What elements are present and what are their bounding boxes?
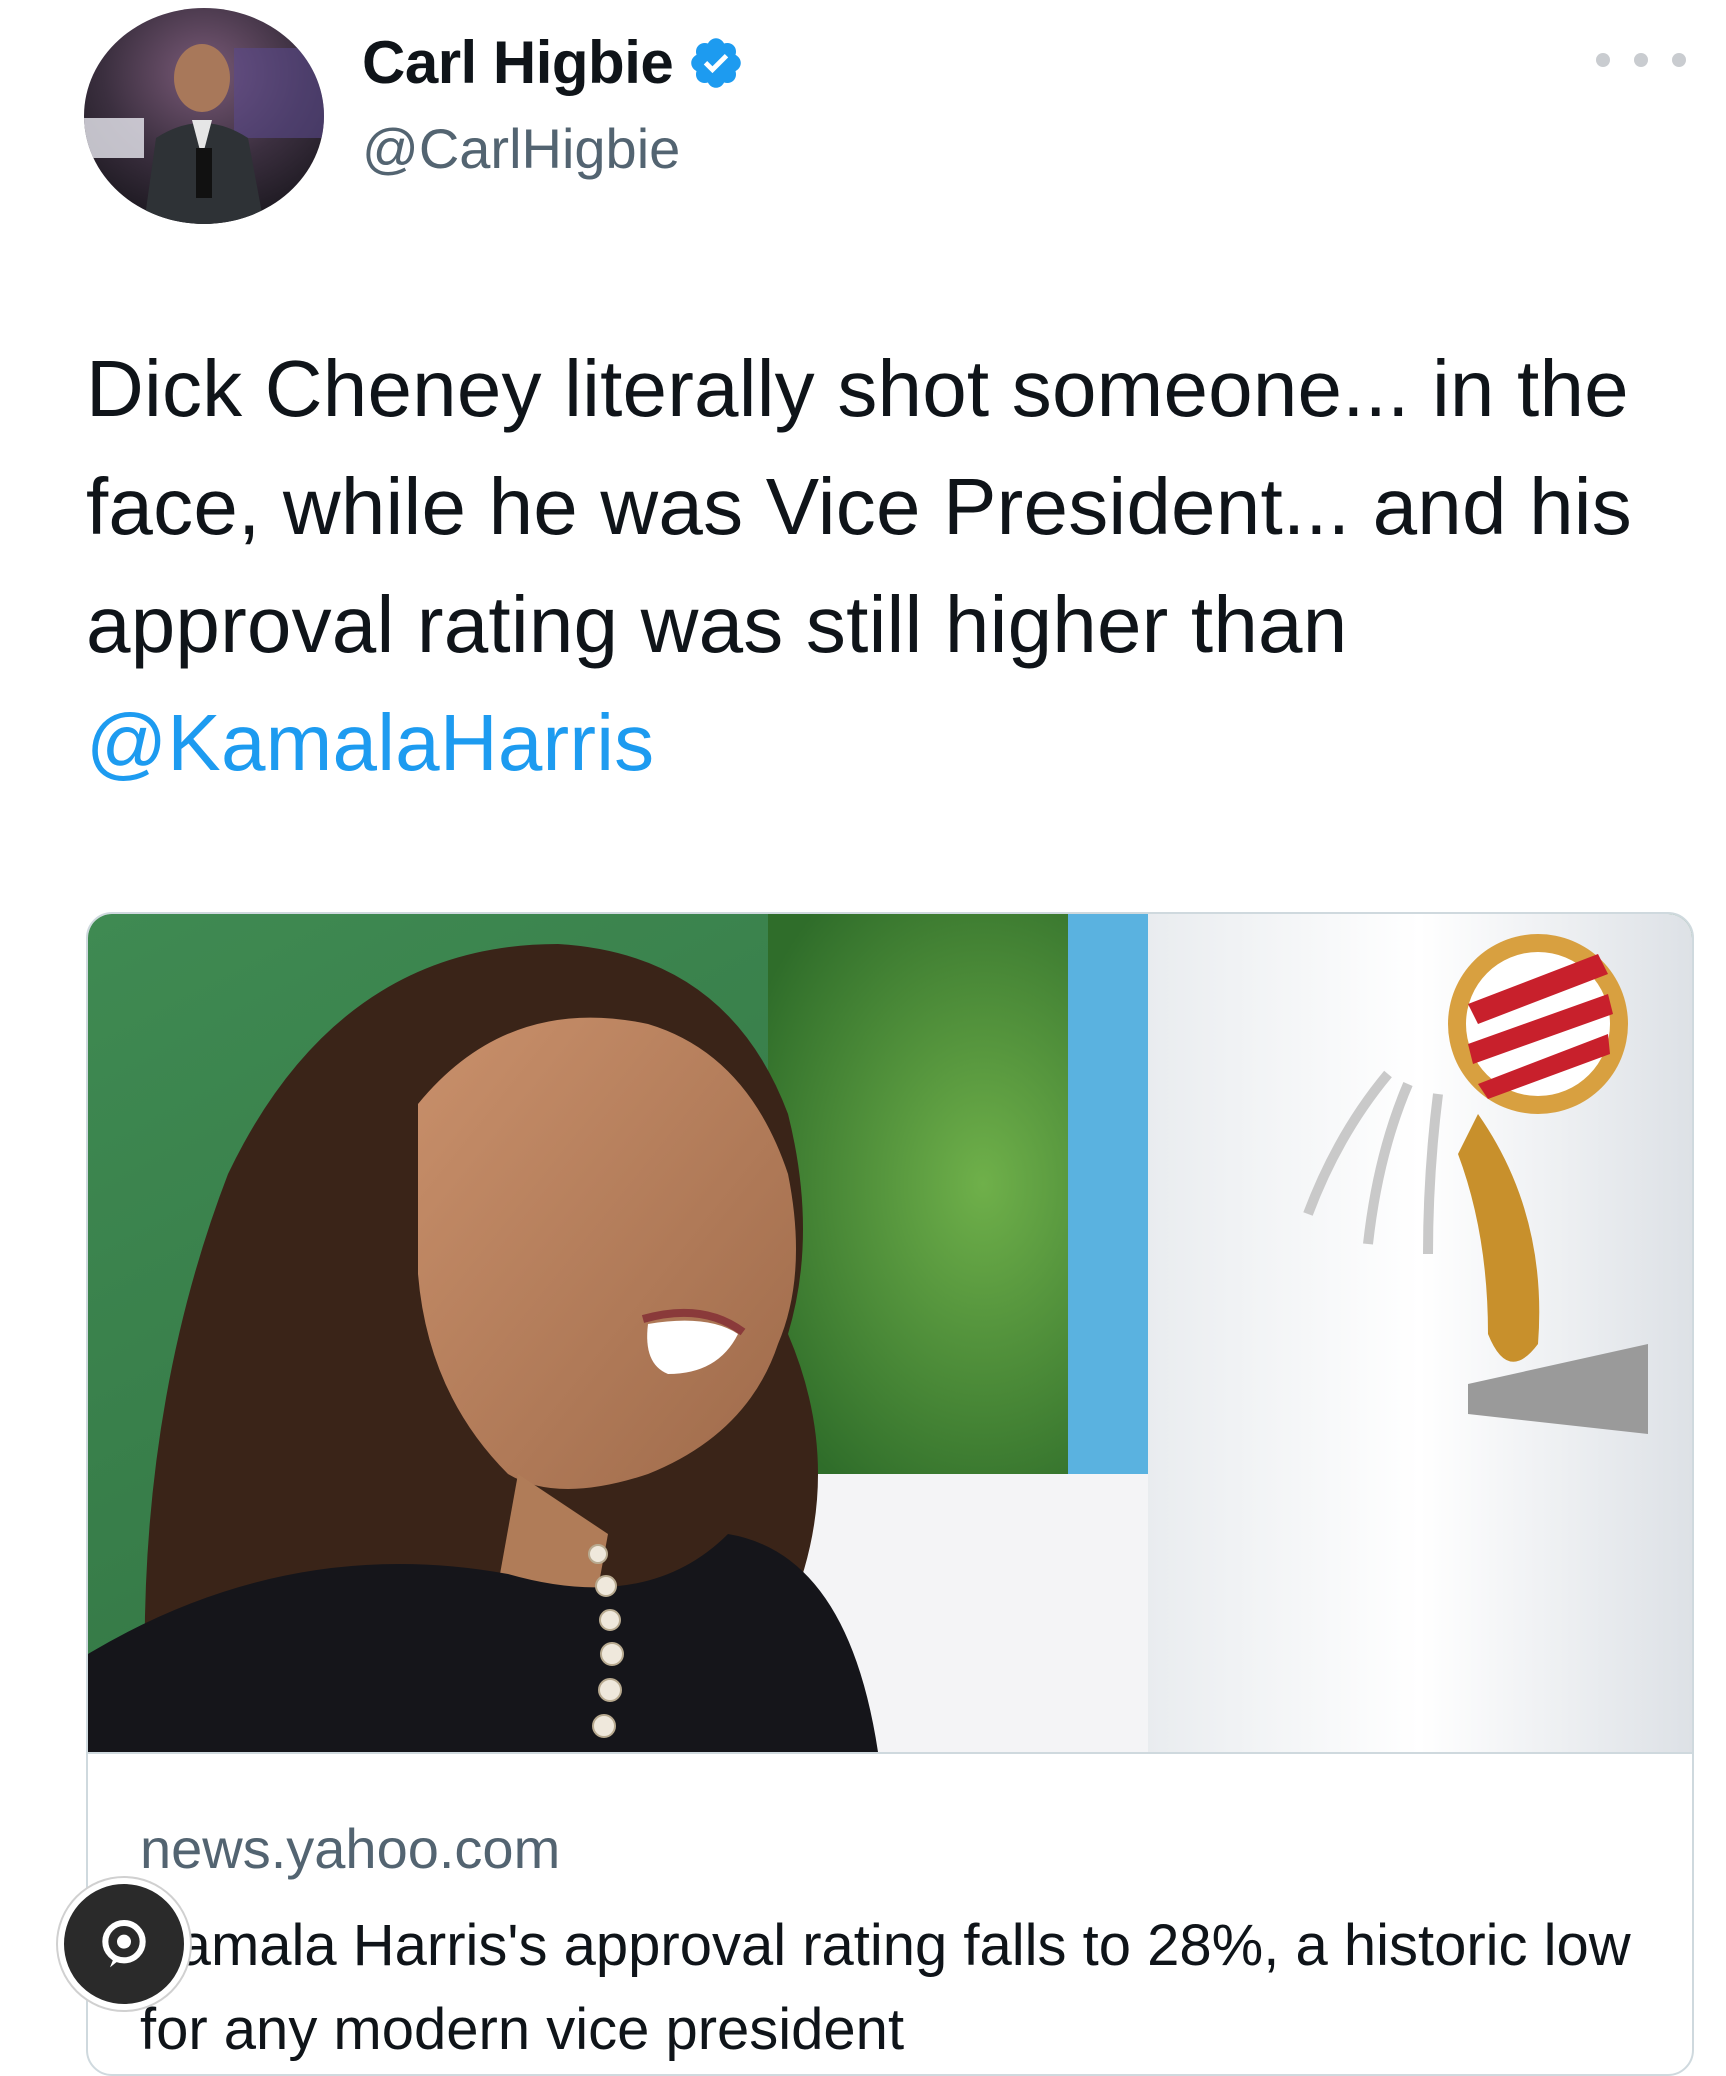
link-card-title: Kamala Harris's approval rating falls to…: [140, 1913, 1631, 2062]
link-card-meta: news.yahoo.com Kamala Harris's approval …: [88, 1752, 1692, 2074]
more-options-icon[interactable]: [1596, 40, 1686, 80]
link-card[interactable]: news.yahoo.com Kamala Harris's approval …: [86, 912, 1694, 2076]
mention-link[interactable]: @KamalaHarris: [86, 698, 654, 787]
author-display-name[interactable]: Carl Higbie: [362, 28, 674, 97]
tweet-text: Dick Cheney literally shot someone... in…: [86, 330, 1686, 802]
tweet: Carl Higbie @CarlHigbie Dick Cheney lite…: [0, 0, 1726, 2076]
link-card-domain: news.yahoo.com: [140, 1817, 561, 1880]
author-handle[interactable]: @CarlHigbie: [362, 116, 680, 181]
verified-badge-icon: [687, 34, 745, 92]
link-card-image: [88, 914, 1692, 1752]
author-name-row: Carl Higbie: [362, 28, 745, 97]
tweet-text-body: Dick Cheney literally shot someone... in…: [86, 344, 1632, 669]
avatar-image: [84, 8, 324, 224]
chat-bubble-icon[interactable]: [58, 1878, 190, 2010]
author-avatar[interactable]: [84, 8, 324, 224]
